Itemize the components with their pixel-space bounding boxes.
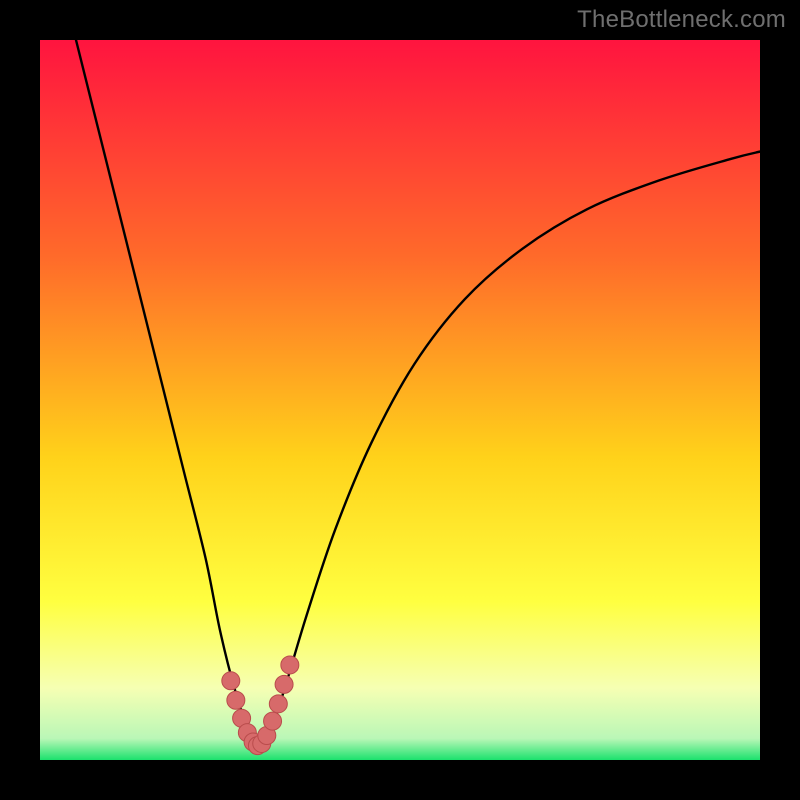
- valley-marker: [227, 691, 245, 709]
- outer-frame: TheBottleneck.com: [0, 0, 800, 800]
- chart-svg: [40, 40, 760, 760]
- watermark-text: TheBottleneck.com: [577, 6, 786, 34]
- plot-area: [40, 40, 760, 760]
- valley-marker: [275, 675, 293, 693]
- valley-marker: [269, 695, 287, 713]
- valley-marker: [264, 712, 282, 730]
- valley-marker: [281, 656, 299, 674]
- gradient-background: [40, 40, 760, 760]
- valley-marker: [222, 672, 240, 690]
